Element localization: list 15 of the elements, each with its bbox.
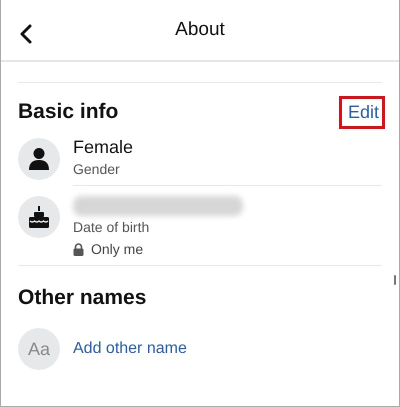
person-icon [18, 138, 60, 180]
info-value: Female [73, 136, 134, 158]
edit-link[interactable]: Edit [338, 96, 385, 128]
info-label: Gender [73, 161, 121, 177]
privacy-label: Only me [91, 241, 144, 257]
section-title: Other names [18, 286, 146, 310]
scrollbar [394, 275, 396, 285]
page-title: About [175, 19, 225, 41]
back-icon [19, 24, 33, 44]
font-icon: Aa [18, 328, 60, 370]
add-name-link[interactable]: Add other name [73, 340, 187, 358]
info-label: Date of birth [73, 219, 150, 235]
lock-icon [73, 242, 84, 256]
cake-icon [18, 196, 60, 238]
section-title: Basic info [18, 100, 118, 124]
